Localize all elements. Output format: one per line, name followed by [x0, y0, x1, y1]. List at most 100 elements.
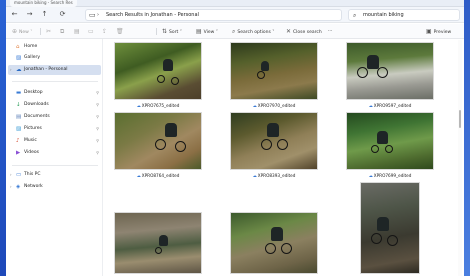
pin-icon: ⚲ — [96, 102, 99, 107]
wheel-shape — [281, 243, 292, 254]
new-button[interactable]: ⊕ New ˅ — [12, 26, 33, 37]
rename-icon[interactable]: ▭ — [88, 26, 96, 37]
file-name[interactable]: ☁XPRO7699_edited — [346, 172, 434, 179]
sidebar-item-this-pc[interactable]: › ▭ This PC — [8, 170, 101, 180]
file-name[interactable]: ☁XPRO8764_edited — [114, 172, 202, 179]
file-thumbnail[interactable] — [230, 112, 318, 170]
search-results-grid: ☁XPRO7675_edited ☁XPRO7970_edited ☁XPRO9… — [104, 40, 456, 276]
up-icon[interactable]: ↑ — [40, 10, 49, 19]
chevron-right-icon[interactable]: › — [10, 65, 12, 75]
search-options-button[interactable]: ⌕ Search options ˅ — [232, 26, 275, 37]
chevron-right-icon[interactable]: › — [10, 182, 12, 192]
file-explorer-window: mountain biking - Search Res ← → ↑ ⟳ ▭ ›… — [6, 0, 464, 276]
music-icon: ♪ — [16, 138, 20, 144]
copy-icon[interactable]: ⧉ — [60, 26, 66, 37]
rider-shape — [163, 59, 173, 71]
sidebar-divider — [12, 81, 98, 82]
cloud-icon: ☁ — [16, 67, 22, 73]
view-icon: ▤ — [196, 28, 202, 35]
view-button[interactable]: ▤ View ˅ — [196, 26, 218, 37]
pin-icon: ⚲ — [96, 114, 99, 119]
cut-icon[interactable]: ✂ — [46, 26, 53, 37]
wheel-shape — [277, 139, 288, 150]
pin-icon: ⚲ — [96, 150, 99, 155]
wheel-shape — [387, 235, 398, 246]
command-bar: ⊕ New ˅ ✂ ⧉ ▤ ▭ ⇪ 🗑 ⇅ Sort ˅ ▤ View ˅ ⌕ Sear… — [6, 24, 464, 39]
sort-button[interactable]: ⇅ Sort ˅ — [162, 26, 182, 37]
videos-icon: ▶ — [16, 150, 21, 156]
wheel-shape — [265, 243, 276, 254]
rider-shape — [377, 131, 388, 144]
toolbar-divider — [40, 28, 41, 35]
file-name[interactable]: ☁XPRO7970_edited — [230, 102, 318, 109]
file-thumbnail[interactable] — [230, 42, 318, 100]
pc-icon: ▭ — [16, 172, 22, 178]
cloud-sync-icon: ☁ — [252, 173, 257, 178]
wheel-shape — [155, 139, 166, 150]
title-bar: mountain biking - Search Res — [6, 0, 464, 7]
pin-icon: ⚲ — [96, 90, 99, 95]
close-search-button[interactable]: ✕ Close search — [286, 26, 322, 37]
file-name[interactable]: ☁XPRO8393_edited — [230, 172, 318, 179]
window-tab[interactable]: mountain biking - Search Res — [10, 0, 77, 7]
file-name[interactable]: ☁XPRO9597_edited — [346, 102, 434, 109]
wheel-shape — [155, 247, 162, 254]
file-thumbnail[interactable] — [114, 42, 202, 100]
scrollbar-thumb[interactable] — [459, 110, 461, 128]
desktop-icon: ▬ — [16, 90, 22, 96]
address-bar[interactable]: ▭ › Search Results in Jonathan - Persona… — [85, 9, 342, 21]
wheel-shape — [371, 233, 382, 244]
file-thumbnail[interactable] — [114, 112, 202, 170]
sidebar-item-home[interactable]: ⌂ Home — [8, 42, 101, 52]
refresh-icon[interactable]: ⟳ — [58, 10, 67, 19]
sidebar-item-videos[interactable]: ▶ Videos ⚲ — [8, 148, 101, 158]
file-thumbnail[interactable] — [230, 212, 318, 274]
home-icon: ⌂ — [16, 44, 20, 50]
rider-shape — [267, 123, 279, 137]
delete-icon[interactable]: 🗑 — [116, 26, 126, 37]
rider-shape — [377, 217, 389, 231]
file-thumbnail[interactable] — [114, 212, 202, 274]
rider-shape — [261, 61, 269, 71]
wheel-shape — [175, 141, 186, 152]
vertical-scrollbar[interactable] — [458, 40, 462, 276]
rider-shape — [271, 227, 283, 241]
more-options-button[interactable]: ··· — [328, 26, 332, 37]
toolbar-divider — [156, 28, 157, 35]
file-thumbnail[interactable] — [360, 182, 420, 274]
sidebar-item-pictures[interactable]: ▨ Pictures ⚲ — [8, 124, 101, 134]
sidebar-item-desktop[interactable]: ▬ Desktop ⚲ — [8, 88, 101, 98]
file-thumbnail[interactable] — [346, 112, 434, 170]
pin-icon: ⚲ — [96, 138, 99, 143]
rider-shape — [367, 55, 379, 69]
forward-icon[interactable]: → — [25, 10, 34, 19]
sidebar-item-documents[interactable]: ▤ Documents ⚲ — [8, 112, 101, 122]
sidebar-item-downloads[interactable]: ↓ Downloads ⚲ — [8, 100, 101, 110]
wheel-shape — [385, 145, 393, 153]
navigation-pane: ⌂ Home ▨ Gallery › ☁ Jonathan - Personal… — [6, 39, 103, 276]
file-thumbnail[interactable] — [346, 42, 434, 100]
wheel-shape — [377, 67, 388, 78]
sidebar-item-jonathan-personal[interactable]: › ☁ Jonathan - Personal — [8, 65, 101, 75]
search-input[interactable]: mountain biking — [363, 10, 404, 21]
downloads-icon: ↓ — [16, 102, 21, 108]
file-name[interactable]: ☁XPRO7675_edited — [114, 102, 202, 109]
back-icon[interactable]: ← — [10, 10, 19, 19]
share-icon[interactable]: ⇪ — [102, 26, 109, 37]
cloud-sync-icon: ☁ — [368, 103, 373, 108]
chevron-right-icon[interactable]: › — [10, 170, 12, 180]
sidebar-item-network[interactable]: › ◈ Network — [8, 182, 101, 192]
wheel-shape — [171, 77, 179, 85]
sidebar-item-gallery[interactable]: ▨ Gallery — [8, 53, 101, 63]
wheel-shape — [371, 145, 379, 153]
documents-icon: ▤ — [16, 114, 22, 120]
network-icon: ◈ — [16, 184, 21, 190]
paste-icon[interactable]: ▤ — [74, 26, 82, 37]
pin-icon: ⚲ — [96, 126, 99, 131]
search-box[interactable]: ⌕ mountain biking — [348, 9, 460, 21]
search-icon: ⌕ — [353, 12, 357, 19]
sidebar-item-music[interactable]: ♪ Music ⚲ — [8, 136, 101, 146]
preview-button[interactable]: ▣ Preview — [426, 26, 451, 37]
chevron-right-icon[interactable]: › — [97, 11, 99, 20]
wheel-shape — [157, 75, 165, 83]
